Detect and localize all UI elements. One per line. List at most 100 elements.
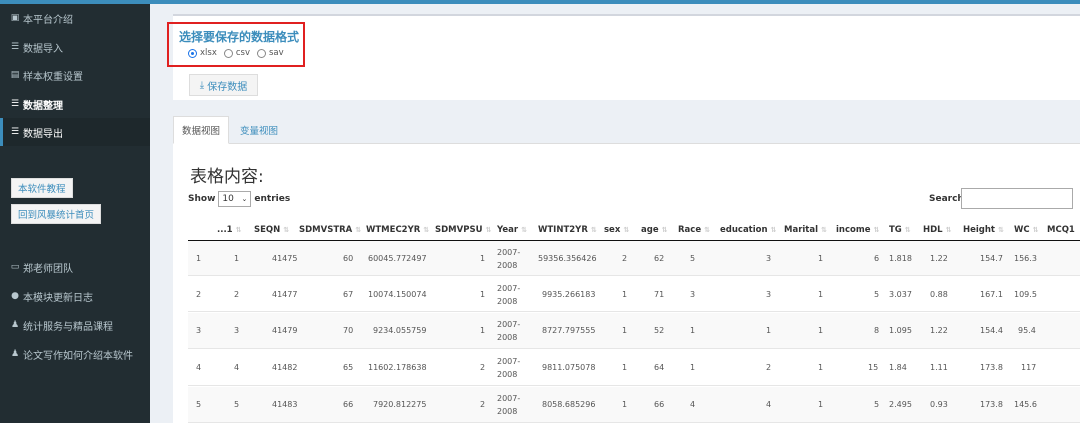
cell: 3.037 xyxy=(889,290,912,299)
cell: 5 xyxy=(690,254,696,263)
cell: 154.7 xyxy=(980,254,1003,263)
cell: 2 xyxy=(196,290,202,299)
sidebar-item-team[interactable]: ▭ 郑老师团队 xyxy=(0,253,150,281)
sort-icon: ⇅ xyxy=(485,226,492,234)
column-header[interactable]: sex ⇅ xyxy=(604,220,629,240)
cell: 1 xyxy=(622,363,628,372)
page-size-select[interactable]: 10 ⌄ xyxy=(218,191,252,207)
column-header[interactable]: Race ⇅ xyxy=(678,220,710,240)
sort-icon: ⇅ xyxy=(423,226,430,234)
sidebar-item-courses[interactable]: ♟ 统计服务与精品课程 xyxy=(0,311,150,339)
column-header[interactable]: ...1 ⇅ xyxy=(217,220,241,240)
sort-icon: ⇅ xyxy=(704,226,710,234)
tab-variable-view[interactable]: 变量视图 xyxy=(235,116,283,144)
entries-label: entries xyxy=(254,194,291,204)
download-icon: ⤓ xyxy=(199,79,205,91)
tab-data-view[interactable]: 数据视图 xyxy=(173,116,229,144)
cell: 10074.150074 xyxy=(368,290,427,299)
column-header[interactable]: education ⇅ xyxy=(720,220,776,240)
sidebar-item-export[interactable]: ☰ 数据导出 xyxy=(0,118,150,146)
cell: 3 xyxy=(690,290,696,299)
column-header[interactable]: income ⇅ xyxy=(836,220,879,240)
column-header[interactable]: Marital ⇅ xyxy=(784,220,827,240)
cell: 1 xyxy=(196,254,202,263)
cell: 4 xyxy=(234,363,240,372)
cell: 1 xyxy=(818,326,824,335)
cell: 1 xyxy=(766,326,772,335)
cell: 59356.356426 xyxy=(538,254,597,263)
column-header[interactable]: WTMEC2YR ⇅ xyxy=(366,220,429,240)
column-header[interactable]: TG ⇅ xyxy=(889,220,911,240)
cell: 156.3 xyxy=(1014,254,1037,263)
cell: 41483 xyxy=(272,400,298,409)
cell: 1 xyxy=(690,326,696,335)
cell: 8 xyxy=(874,326,880,335)
sidebar-item-weights[interactable]: ▤ 样本权重设置 xyxy=(0,61,150,89)
column-header[interactable]: SDMVSTRA ⇅ xyxy=(299,220,361,240)
cell: 9811.075078 xyxy=(542,363,596,372)
cell: 9935.266183 xyxy=(542,290,596,299)
column-header[interactable]: MCQ1 xyxy=(1047,220,1075,240)
column-header[interactable]: Height ⇅ xyxy=(963,220,1004,240)
radio-sav[interactable]: sav xyxy=(257,48,284,58)
cell: 4 xyxy=(690,400,696,409)
cell: 11602.178638 xyxy=(368,363,427,372)
sort-icon: ⇅ xyxy=(623,226,630,234)
cell: 4 xyxy=(766,400,772,409)
info-icon: ● xyxy=(11,291,19,301)
radio-label: sav xyxy=(269,48,284,58)
sidebar-item-citation[interactable]: ♟ 论文写作如何介绍本软件 xyxy=(0,340,150,368)
cell: 1 xyxy=(480,290,486,299)
sort-icon: ⇅ xyxy=(521,226,527,234)
sidebar-item-cleanup[interactable]: ☰ 数据整理 xyxy=(0,90,150,118)
save-button-label: 保存数据 xyxy=(207,81,248,93)
sidebar-item-import[interactable]: ☰ 数据导入 xyxy=(0,33,150,61)
cell: 1 xyxy=(480,254,486,263)
sidebar-item-intro[interactable]: ▣ 本平台介绍 xyxy=(0,4,150,32)
cell: 1.11 xyxy=(930,363,948,372)
sidebar-item-label: 统计服务与精品课程 xyxy=(23,321,113,333)
radio-csv[interactable]: csv xyxy=(223,48,250,58)
document-icon: ▣ xyxy=(10,13,20,23)
column-header[interactable]: WC ⇅ xyxy=(1014,220,1039,240)
column-header[interactable]: SEQN ⇅ xyxy=(254,220,289,240)
sidebar: ▣ 本平台介绍 ☰ 数据导入 ▤ 样本权重设置 ☰ 数据整理 ☰ 数据导出 本软… xyxy=(0,4,150,423)
cell: 95.4 xyxy=(1018,326,1036,335)
table-row: 2 2 41477 67 10074.150074 1 2007- 2008 99… xyxy=(188,277,1080,312)
cell: 7920.812275 xyxy=(373,400,427,409)
column-header[interactable]: age ⇅ xyxy=(641,220,667,240)
sidebar-item-changelog[interactable]: ● 本模块更新日志 xyxy=(0,282,150,310)
cell: 1 xyxy=(818,363,824,372)
cell: 66 xyxy=(343,400,354,409)
sort-icon: ⇅ xyxy=(770,226,777,234)
cell: 145.6 xyxy=(1014,400,1037,409)
radio-button[interactable] xyxy=(188,48,197,58)
column-header[interactable]: WTINT2YR ⇅ xyxy=(538,220,597,240)
table-icon: ▤ xyxy=(10,70,20,80)
radio-xlsx[interactable]: xlsx xyxy=(188,48,217,58)
cell: 41475 xyxy=(272,254,298,263)
table-row: 3 3 41479 70 9234.055759 1 2007- 2008 872… xyxy=(188,313,1080,349)
cell: 5 xyxy=(196,400,202,409)
cell: 2 xyxy=(480,400,486,409)
table-panel: 表格内容: Show 10 ⌄ entries Search: ...1 ⇅ SE… xyxy=(173,144,1080,423)
cell-year: 2007- 2008 xyxy=(497,394,521,416)
column-header[interactable]: Year ⇅ xyxy=(497,220,527,240)
column-header[interactable]: HDL ⇅ xyxy=(923,220,951,240)
tutorial-button[interactable]: 本软件教程 xyxy=(11,178,73,198)
save-data-button[interactable]: ⤓ 保存数据 xyxy=(189,74,258,96)
database-icon: ☰ xyxy=(10,127,20,137)
users-icon: ♟ xyxy=(10,349,20,359)
radio-button[interactable] xyxy=(257,48,266,58)
radio-button[interactable] xyxy=(223,48,233,58)
format-panel xyxy=(173,14,1080,100)
column-header[interactable]: SDMVPSU ⇅ xyxy=(435,220,491,240)
cell: 1 xyxy=(690,363,696,372)
cell: 41477 xyxy=(272,290,298,299)
cell: 6 xyxy=(874,254,880,263)
cell: 3 xyxy=(196,326,202,335)
cell: 1.22 xyxy=(930,254,948,263)
search-input[interactable] xyxy=(961,188,1073,209)
chevron-down-icon: ⌄ xyxy=(241,195,248,203)
home-button[interactable]: 回到风暴统计首页 xyxy=(11,204,102,224)
